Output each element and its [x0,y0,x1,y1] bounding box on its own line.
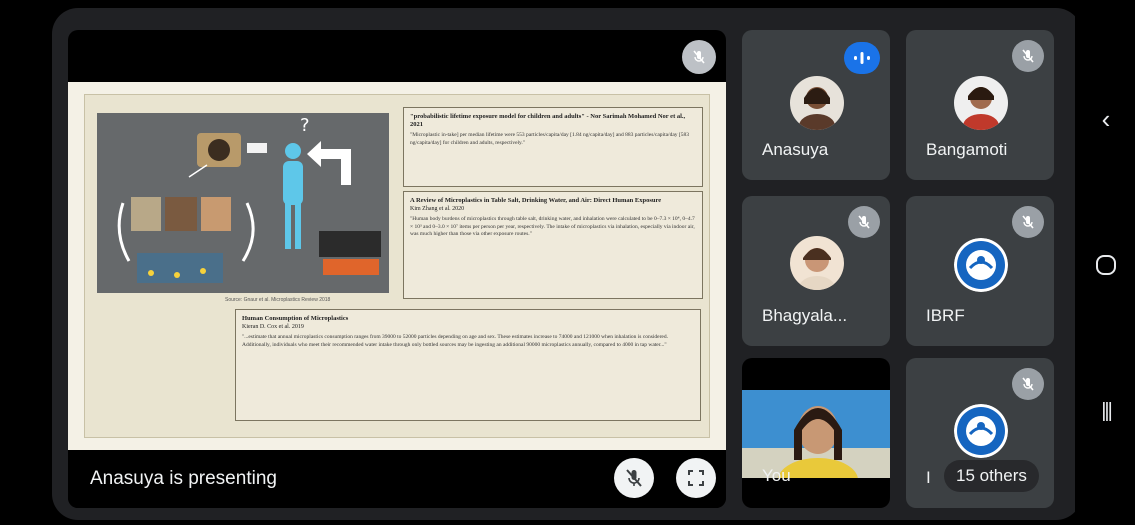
slide-figure: ? [97,113,389,293]
participant-name: Bhagyala... [762,306,848,325]
presenter-bar: Anasuya is presenting [68,450,726,508]
self-video [742,390,890,502]
presentation-panel[interactable]: ? Source: Gnaur et al. Microplastics Rev… [68,30,726,508]
citation-3-author: Kieran D. Cox et al. 2019 [242,324,304,330]
participant-name: I [926,468,931,487]
citation-box-2: A Review of Microplastics in Table Salt,… [403,191,703,299]
svg-text:?: ? [300,115,310,136]
muted-mic-icon [682,40,716,74]
citation-2-author: Kim Zhang et al. 2020 [410,206,465,212]
participant-name: Bangamoti [926,140,1008,159]
participant-name: You [762,466,791,485]
participant-name: IBRF [926,306,965,325]
ibrf-logo-icon [954,238,1008,292]
participant-name: Anasuya [762,140,829,159]
others-count-button[interactable]: 15 others [944,460,1039,492]
fullscreen-button[interactable] [676,458,716,498]
muted-mic-icon [1012,206,1044,238]
citation-1-body: "Microplastic in-take] per median lifeti… [410,132,689,146]
participant-tile-anasuya[interactable]: Anasuya [742,30,890,180]
citation-box-3: Human Consumption of Microplastics Kiera… [235,309,701,421]
mute-presenter-button[interactable] [614,458,654,498]
citation-1-title: "probabilistic lifetime exposure model f… [410,113,686,128]
participant-tile-bhagyala[interactable]: Bhagyala... [742,196,890,346]
muted-mic-icon [848,206,880,238]
citation-2-title: A Review of Microplastics in Table Salt,… [410,197,662,204]
avatar [954,76,1008,130]
home-icon[interactable] [1090,252,1122,283]
avatar [790,236,844,290]
participant-tile-you[interactable]: You [742,358,890,508]
citation-box-1: "probabilistic lifetime exposure model f… [403,107,703,187]
slide-content: ? Source: Gnaur et al. Microplastics Rev… [84,94,710,438]
fullscreen-icon [688,470,704,486]
avatar [790,76,844,130]
figure-caption: Source: Gnaur et al. Microplastics Revie… [225,297,331,303]
citation-3-body: "...estimate that annual microplastics c… [242,334,668,348]
presenting-label: Anasuya is presenting [90,468,277,489]
muted-mic-icon [1012,368,1044,400]
muted-mic-icon [1012,40,1044,72]
citation-2-body: "Human body burdens of microplastics thr… [410,216,695,237]
participant-tile-ibrf[interactable]: IBRF [906,196,1054,346]
muted-mic-icon [626,469,642,487]
recents-icon[interactable]: ||| [1090,400,1122,423]
back-icon[interactable]: ‹ [1090,104,1122,135]
speaking-indicator-icon [844,42,880,74]
participant-tile-others[interactable]: I 15 others [906,358,1054,508]
shared-slide: ? Source: Gnaur et al. Microplastics Rev… [68,82,726,450]
citation-3-title: Human Consumption of Microplastics [242,315,349,322]
ibrf-logo-icon [954,404,1008,458]
participant-tile-bangamoti[interactable]: Bangamoti [906,30,1054,180]
